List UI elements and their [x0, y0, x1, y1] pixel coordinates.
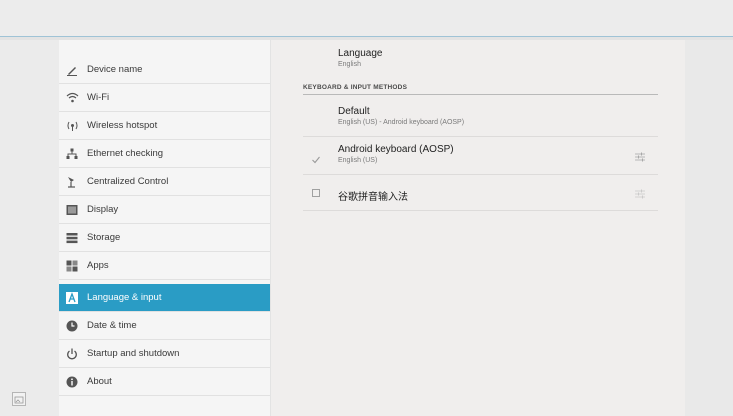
- sidebar-item-label: Apps: [87, 260, 109, 271]
- screenshot-button[interactable]: [12, 392, 26, 406]
- language-value: English: [338, 61, 361, 68]
- image-icon: [13, 393, 25, 411]
- sidebar-item-device-name[interactable]: Device name: [59, 56, 270, 84]
- pencil-icon: [65, 63, 79, 77]
- display-icon: [65, 203, 79, 217]
- sidebar-item-centralized-control[interactable]: Centralized Control: [59, 168, 270, 196]
- ethernet-icon: [65, 147, 79, 161]
- sidebar-item-label: Language & input: [87, 292, 162, 303]
- sidebar-item-label: Date & time: [87, 320, 137, 331]
- sidebar-item-date-time[interactable]: Date & time: [59, 312, 270, 340]
- control-icon: [65, 175, 79, 189]
- language-title: Language: [338, 48, 383, 59]
- sidebar-item-label: Centralized Control: [87, 176, 169, 187]
- sidebar-item-startup-shutdown[interactable]: Startup and shutdown: [59, 340, 270, 368]
- sidebar-item-about[interactable]: About: [59, 368, 270, 396]
- power-icon: [65, 347, 79, 361]
- settings-sliders-icon: [634, 187, 646, 199]
- input-method-android-keyboard[interactable]: Android keyboard (AOSP) English (US): [303, 137, 658, 175]
- default-value: English (US) - Android keyboard (AOSP): [338, 119, 465, 126]
- sidebar-item-label: Device name: [87, 64, 143, 75]
- settings-detail-pane: [271, 40, 685, 416]
- checkmark-icon[interactable]: [312, 151, 320, 164]
- info-icon: [65, 375, 79, 389]
- sidebar-item-wireless-hotspot[interactable]: Wireless hotspot: [59, 112, 270, 140]
- wifi-icon: [65, 91, 79, 105]
- method-subtitle: English (US): [338, 157, 378, 164]
- sidebar-item-label: Ethernet checking: [87, 148, 164, 159]
- sidebar-item-storage[interactable]: Storage: [59, 224, 270, 252]
- apps-icon: [65, 259, 79, 273]
- method-title: Android keyboard (AOSP): [338, 144, 454, 155]
- storage-icon: [65, 231, 79, 245]
- top-bar: [0, 0, 733, 37]
- method-title: 谷歌拼音输入法: [338, 192, 408, 203]
- hotspot-icon: [65, 119, 79, 133]
- sidebar-item-apps[interactable]: Apps: [59, 252, 270, 280]
- input-method-google-pinyin[interactable]: 谷歌拼音输入法: [303, 175, 658, 211]
- right-gutter: [685, 40, 733, 416]
- language-icon: [65, 291, 79, 305]
- default-input-method[interactable]: Default English (US) - Android keyboard …: [303, 99, 658, 137]
- default-title: Default: [338, 106, 370, 117]
- left-gutter: [0, 40, 59, 416]
- settings-sliders-icon[interactable]: [634, 150, 646, 162]
- sidebar-item-language-input[interactable]: Language & input: [59, 284, 270, 312]
- sidebar-item-label: About: [87, 376, 112, 387]
- sidebar-item-display[interactable]: Display: [59, 196, 270, 224]
- sidebar-item-label: Display: [87, 204, 119, 215]
- clock-icon: [65, 319, 79, 333]
- sidebar-item-ethernet-checking[interactable]: Ethernet checking: [59, 140, 270, 168]
- sidebar-item-wifi[interactable]: Wi-Fi: [59, 84, 270, 112]
- sidebar-item-label: Storage: [87, 232, 121, 243]
- sidebar-item-label: Wi-Fi: [87, 92, 110, 103]
- checkbox-unchecked[interactable]: [312, 189, 320, 197]
- language-setting[interactable]: Language English: [338, 48, 383, 68]
- sidebar-item-label: Startup and shutdown: [87, 348, 180, 359]
- sidebar-item-label: Wireless hotspot: [87, 120, 158, 131]
- section-header: KEYBOARD & INPUT METHODS: [303, 84, 658, 95]
